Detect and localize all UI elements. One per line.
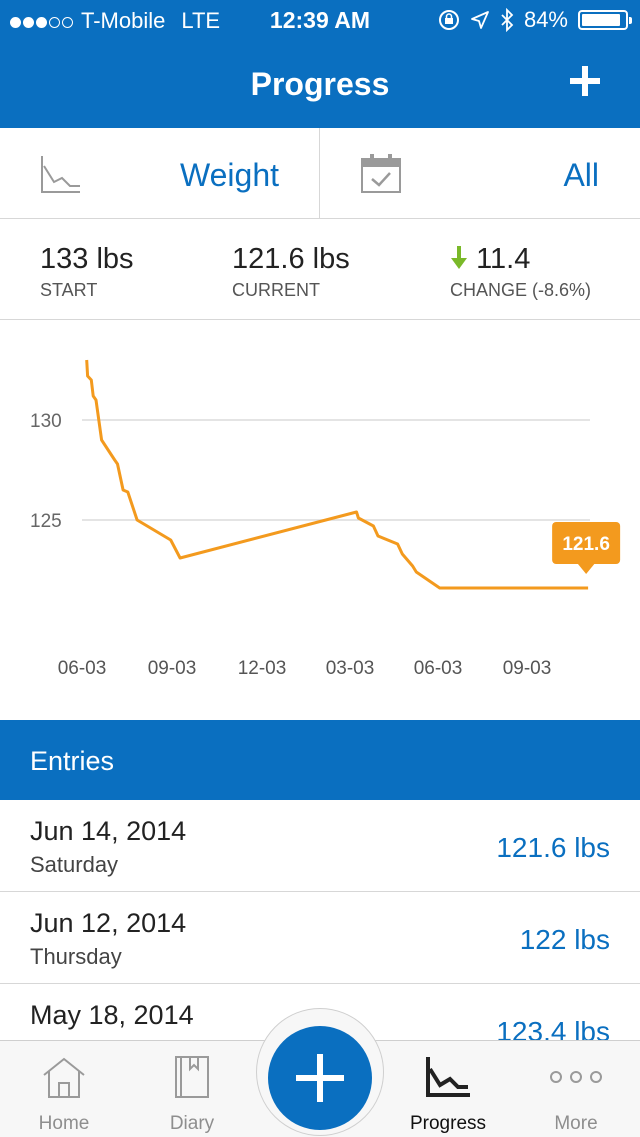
- entry-day: Thursday: [30, 944, 122, 969]
- change-stat: 11.4 CHANGE (-8.6%): [450, 243, 591, 301]
- current-label: CURRENT: [232, 280, 320, 300]
- more-dots-icon: [550, 1071, 602, 1083]
- page-title: Progress: [250, 66, 390, 102]
- metric-label: Weight: [179, 157, 279, 193]
- book-icon: [175, 1056, 209, 1098]
- range-label: All: [563, 157, 599, 193]
- chart-line-icon: [426, 1057, 470, 1097]
- y-tick-label: 130: [30, 411, 62, 432]
- entry-date: Jun 12, 2014: [30, 908, 187, 938]
- entries-title: Entries: [30, 746, 115, 776]
- chart-line-icon: [41, 156, 80, 193]
- stats-summary: 133 lbs START 121.6 lbs CURRENT 11.4 CHA…: [0, 219, 640, 320]
- tab-diary[interactable]: Diary: [128, 1041, 256, 1137]
- callout-pointer: [577, 563, 596, 574]
- plus-icon: [296, 1054, 344, 1102]
- battery-percent: 84%: [523, 7, 568, 32]
- entry-weight: 122 lbs: [519, 924, 610, 955]
- x-tick-label: 06-03: [58, 658, 107, 679]
- start-label: START: [40, 280, 98, 300]
- start-stat: 133 lbs START: [40, 243, 134, 301]
- range-selector[interactable]: All: [320, 128, 639, 218]
- status-right: 84%: [438, 7, 632, 33]
- navigation-bar: Progress: [0, 40, 640, 128]
- home-icon: [43, 1057, 85, 1098]
- tab-label: Progress: [409, 1113, 487, 1134]
- current-stat: 121.6 lbs CURRENT: [232, 243, 350, 301]
- entry-weight: 121.6 lbs: [496, 832, 610, 863]
- weight-chart: 130 125 06-03 09-03 12-03 03-03 06-03 09-03 121.…: [0, 320, 640, 720]
- start-value: 133 lbs: [40, 243, 134, 275]
- weight-series-line: [85, 359, 589, 590]
- y-tick-label: 125: [30, 511, 62, 532]
- progress-selector: Weight All: [0, 128, 640, 219]
- add-entry-button[interactable]: [268, 1026, 372, 1130]
- calendar-check-icon: [361, 154, 401, 193]
- change-value: 11.4: [476, 243, 531, 275]
- tab-more[interactable]: More: [512, 1041, 640, 1137]
- weight-chart-svg: 130 125 06-03 09-03 12-03 03-03 06-03 09-03 121.…: [30, 359, 621, 679]
- entry-row[interactable]: Jun 14, 2014 Saturday 121.6 lbs: [0, 800, 640, 892]
- x-tick-label: 12-03: [238, 658, 287, 679]
- tab-progress[interactable]: Progress: [384, 1041, 512, 1137]
- current-value: 121.6 lbs: [232, 243, 350, 275]
- entry-row[interactable]: Jun 12, 2014 Thursday 122 lbs: [0, 892, 640, 984]
- entry-date: Jun 14, 2014: [30, 816, 187, 846]
- entries-header: Entries: [0, 720, 640, 800]
- metric-selector[interactable]: Weight: [0, 128, 319, 218]
- battery-icon: [578, 10, 632, 30]
- location-arrow-icon: [471, 11, 489, 29]
- rotation-lock-icon: [438, 10, 459, 30]
- entry-day: Saturday: [30, 852, 119, 877]
- x-tick-label: 09-03: [503, 658, 552, 679]
- x-tick-label: 03-03: [326, 658, 375, 679]
- plus-icon[interactable]: [570, 66, 600, 96]
- tab-label: More: [554, 1113, 598, 1134]
- x-tick-label: 06-03: [414, 658, 463, 679]
- status-bar: T-Mobile LTE 12:39 AM 84%: [0, 0, 640, 40]
- bluetooth-icon: [501, 8, 514, 32]
- tab-home[interactable]: Home: [0, 1041, 128, 1137]
- change-label: CHANGE (-8.6%): [450, 280, 592, 300]
- entry-date: May 18, 2014: [30, 1000, 194, 1030]
- arrow-down-icon: [451, 246, 467, 269]
- callout-label: 121.6: [562, 534, 610, 555]
- tab-label: Diary: [169, 1113, 215, 1134]
- tab-label: Home: [38, 1113, 90, 1134]
- x-tick-label: 09-03: [148, 658, 197, 679]
- current-value-callout: 121.6: [552, 522, 621, 574]
